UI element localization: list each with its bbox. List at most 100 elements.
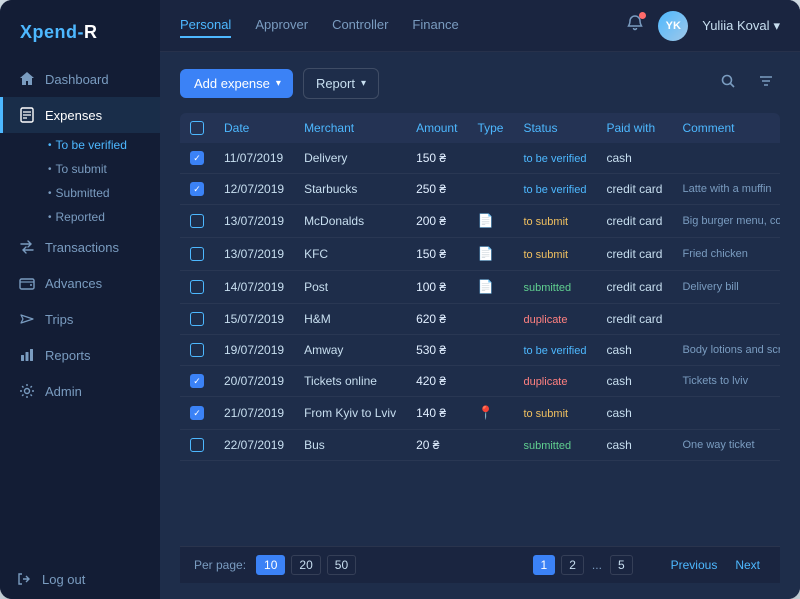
logout-button[interactable]: Log out bbox=[0, 559, 160, 599]
document-icon: 📄 bbox=[477, 279, 493, 294]
tab-controller[interactable]: Controller bbox=[332, 13, 388, 38]
cell-date-5: 15/07/2019 bbox=[214, 304, 294, 335]
content-area: Add expense ▾ Report ▾ bbox=[160, 52, 800, 599]
sidebar-item-trips[interactable]: Trips bbox=[0, 301, 160, 337]
cell-status-3: to submit bbox=[513, 238, 596, 271]
per-page-50[interactable]: 50 bbox=[327, 555, 356, 575]
per-page-10[interactable]: 10 bbox=[256, 555, 285, 575]
cell-status-0: to be verified bbox=[513, 143, 596, 174]
col-paid-with: Paid with bbox=[596, 113, 672, 143]
table-row: 12/07/2019Starbucks250 ₴to be verifiedcr… bbox=[180, 174, 780, 205]
cell-type-6 bbox=[467, 335, 513, 366]
cell-amount-0: 150 ₴ bbox=[406, 143, 467, 174]
row-checkbox-7[interactable] bbox=[190, 374, 204, 388]
arrows-icon bbox=[19, 239, 35, 255]
next-page-button[interactable]: Next bbox=[729, 556, 766, 574]
filter-button[interactable] bbox=[752, 69, 780, 98]
sidebar-label-expenses: Expenses bbox=[45, 108, 102, 123]
sidebar-label-reports: Reports bbox=[45, 348, 91, 363]
row-checkbox-6[interactable] bbox=[190, 343, 204, 357]
sidebar-item-admin[interactable]: Admin bbox=[0, 373, 160, 409]
cell-comment-8 bbox=[672, 397, 780, 430]
status-badge-9: submitted bbox=[523, 438, 571, 454]
cell-amount-6: 530 ₴ bbox=[406, 335, 467, 366]
row-checkbox-5[interactable] bbox=[190, 312, 204, 326]
cell-date-3: 13/07/2019 bbox=[214, 238, 294, 271]
page-ellipsis: ... bbox=[590, 558, 604, 572]
sidebar-item-reports[interactable]: Reports bbox=[0, 337, 160, 373]
row-checkbox-4[interactable] bbox=[190, 280, 204, 294]
prev-page-button[interactable]: Previous bbox=[665, 556, 724, 574]
cell-date-2: 13/07/2019 bbox=[214, 205, 294, 238]
tab-approver[interactable]: Approver bbox=[255, 13, 308, 38]
cell-date-1: 12/07/2019 bbox=[214, 174, 294, 205]
sidebar-item-transactions[interactable]: Transactions bbox=[0, 229, 160, 265]
row-checkbox-0[interactable] bbox=[190, 151, 204, 165]
table-row: 22/07/2019Bus20 ₴submittedcashOne way ti… bbox=[180, 430, 780, 461]
logo-text: Xpend- bbox=[20, 22, 84, 42]
sidebar-sub-reported[interactable]: Reported bbox=[40, 205, 160, 229]
sidebar-sub-submitted[interactable]: Submitted bbox=[40, 181, 160, 205]
pagination-bar: Per page: 10 20 50 1 2 ... 5 Previous Ne… bbox=[180, 546, 780, 583]
col-date: Date bbox=[214, 113, 294, 143]
expenses-table: Date Merchant Amount Type Status Paid wi… bbox=[180, 113, 780, 461]
cell-merchant-5: H&M bbox=[294, 304, 406, 335]
notification-icon[interactable] bbox=[626, 14, 644, 37]
status-badge-7: duplicate bbox=[523, 374, 567, 390]
notification-dot bbox=[639, 12, 646, 19]
cell-comment-9: One way ticket bbox=[672, 430, 780, 461]
tab-personal[interactable]: Personal bbox=[180, 13, 231, 38]
receipt-icon bbox=[19, 107, 35, 123]
main-content: Personal Approver Controller Finance YK … bbox=[160, 0, 800, 599]
cell-comment-0 bbox=[672, 143, 780, 174]
topbar-right: YK Yuliia Koval ▾ bbox=[626, 11, 780, 41]
row-checkbox-3[interactable] bbox=[190, 247, 204, 261]
col-comment: Comment bbox=[672, 113, 780, 143]
cell-date-4: 14/07/2019 bbox=[214, 271, 294, 304]
user-name[interactable]: Yuliia Koval ▾ bbox=[702, 18, 780, 34]
chart-icon bbox=[19, 347, 35, 363]
cell-comment-5 bbox=[672, 304, 780, 335]
document-icon: 📄 bbox=[477, 213, 493, 228]
cell-merchant-9: Bus bbox=[294, 430, 406, 461]
table-body: 11/07/2019Delivery150 ₴to be verifiedcas… bbox=[180, 143, 780, 461]
page-5[interactable]: 5 bbox=[610, 555, 633, 575]
sidebar-sub-to-be-verified[interactable]: To be verified bbox=[40, 133, 160, 157]
page-1[interactable]: 1 bbox=[533, 555, 556, 575]
row-checkbox-1[interactable] bbox=[190, 182, 204, 196]
sidebar-nav: Dashboard Expenses To be verified To sub… bbox=[0, 61, 160, 559]
cell-paid-with-9: cash bbox=[596, 430, 672, 461]
cell-paid-with-8: cash bbox=[596, 397, 672, 430]
cell-date-0: 11/07/2019 bbox=[214, 143, 294, 174]
cell-amount-8: 140 ₴ bbox=[406, 397, 467, 430]
cell-status-8: to submit bbox=[513, 397, 596, 430]
add-expense-button[interactable]: Add expense ▾ bbox=[180, 69, 293, 98]
app-container: Xpend-R Dashboard Expenses To be verifie… bbox=[0, 0, 800, 599]
report-button[interactable]: Report ▾ bbox=[303, 68, 379, 99]
per-page-20[interactable]: 20 bbox=[291, 555, 320, 575]
tab-finance[interactable]: Finance bbox=[412, 13, 458, 38]
cell-paid-with-1: credit card bbox=[596, 174, 672, 205]
toolbar: Add expense ▾ Report ▾ bbox=[180, 68, 780, 99]
row-checkbox-8[interactable] bbox=[190, 406, 204, 420]
row-checkbox-9[interactable] bbox=[190, 438, 204, 452]
cell-merchant-1: Starbucks bbox=[294, 174, 406, 205]
sidebar-sub-to-submit[interactable]: To submit bbox=[40, 157, 160, 181]
cell-status-5: duplicate bbox=[513, 304, 596, 335]
cell-paid-with-3: credit card bbox=[596, 238, 672, 271]
cell-date-8: 21/07/2019 bbox=[214, 397, 294, 430]
cell-amount-7: 420 ₴ bbox=[406, 366, 467, 397]
row-checkbox-2[interactable] bbox=[190, 214, 204, 228]
cell-type-8: 📍 bbox=[467, 397, 513, 430]
sidebar-item-dashboard[interactable]: Dashboard bbox=[0, 61, 160, 97]
table-row: 19/07/2019Amway530 ₴to be verifiedcashBo… bbox=[180, 335, 780, 366]
logout-label: Log out bbox=[42, 572, 85, 587]
cell-date-6: 19/07/2019 bbox=[214, 335, 294, 366]
search-button[interactable] bbox=[714, 69, 742, 98]
sidebar-item-expenses[interactable]: Expenses bbox=[0, 97, 160, 133]
page-2[interactable]: 2 bbox=[561, 555, 584, 575]
select-all-checkbox[interactable] bbox=[190, 121, 204, 135]
table-row: 13/07/2019McDonalds200 ₴📄to submitcredit… bbox=[180, 205, 780, 238]
sidebar-label-admin: Admin bbox=[45, 384, 82, 399]
sidebar-item-advances[interactable]: Advances bbox=[0, 265, 160, 301]
